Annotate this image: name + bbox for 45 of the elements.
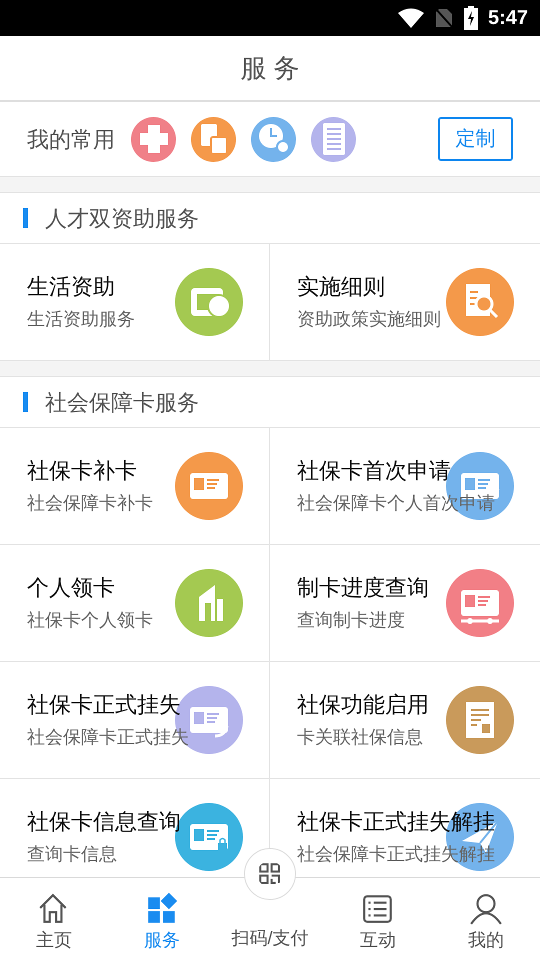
- section-title: 人才双资助服务: [45, 204, 199, 232]
- service-tile[interactable]: 社保卡正式挂失 社会保障卡正式挂失: [0, 662, 270, 779]
- section-title: 社会保障卡服务: [45, 388, 199, 416]
- service-title: 社保卡补卡: [27, 457, 138, 485]
- section-marker: [23, 392, 28, 412]
- service-title: 社保卡信息查询: [27, 808, 181, 836]
- service-description: 资助政策实施细则: [297, 308, 441, 331]
- service-title: 制卡进度查询: [297, 574, 429, 602]
- list-icon: [361, 892, 395, 926]
- nav-tab[interactable]: 主页: [0, 878, 108, 960]
- section-marker: [23, 208, 28, 228]
- service-description: 生活资助服务: [27, 308, 135, 331]
- nav-tab[interactable]: 我的: [432, 878, 540, 960]
- no-sim-icon: [434, 7, 454, 29]
- service-tile[interactable]: 个人领卡 社保卡个人领卡: [0, 545, 270, 662]
- page-title: 服 务: [240, 52, 300, 84]
- service-tile[interactable]: 社保功能启用 卡关联社保信息: [270, 662, 540, 779]
- clock-time: 5:47: [488, 6, 528, 31]
- service-description: 卡关联社保信息: [297, 726, 424, 749]
- battery-charging-icon: [464, 6, 478, 30]
- service-title: 生活资助: [27, 273, 116, 301]
- service-title: 社保卡正式挂失解挂: [297, 808, 495, 836]
- service-tile[interactable]: 实施细则 资助政策实施细则: [270, 244, 540, 361]
- scan-pay-tab[interactable]: 扫码/支付: [224, 910, 316, 960]
- service-tile[interactable]: 生活资助 生活资助服务: [0, 244, 270, 361]
- wifi-icon: [398, 8, 424, 28]
- service-title: 个人领卡: [27, 574, 116, 602]
- favorites-label: 我的常用: [27, 126, 115, 154]
- qr-code-icon[interactable]: [244, 848, 296, 900]
- cross-icon[interactable]: [131, 116, 176, 162]
- service-description: 社会保障卡正式挂失: [27, 726, 189, 749]
- service-description: 查询制卡进度: [297, 609, 406, 632]
- service-description: 社保卡个人领卡: [27, 609, 153, 632]
- user-icon: [469, 892, 503, 926]
- service-tile[interactable]: 制卡进度查询 查询制卡进度: [270, 545, 540, 662]
- bill-icon[interactable]: [311, 116, 356, 162]
- grid-icon: [145, 892, 179, 926]
- service-title: 实施细则: [297, 273, 386, 301]
- service-title: 社保功能启用: [297, 691, 429, 719]
- nav-tab[interactable]: 互动: [324, 878, 432, 960]
- service-title: 社保卡正式挂失: [27, 691, 182, 719]
- service-description: 社会保障卡补卡: [27, 492, 153, 515]
- service-tile[interactable]: 社保卡补卡 社会保障卡补卡: [0, 428, 270, 545]
- service-title: 社保卡首次申请: [297, 457, 452, 485]
- service-description: 查询卡信息: [27, 843, 118, 866]
